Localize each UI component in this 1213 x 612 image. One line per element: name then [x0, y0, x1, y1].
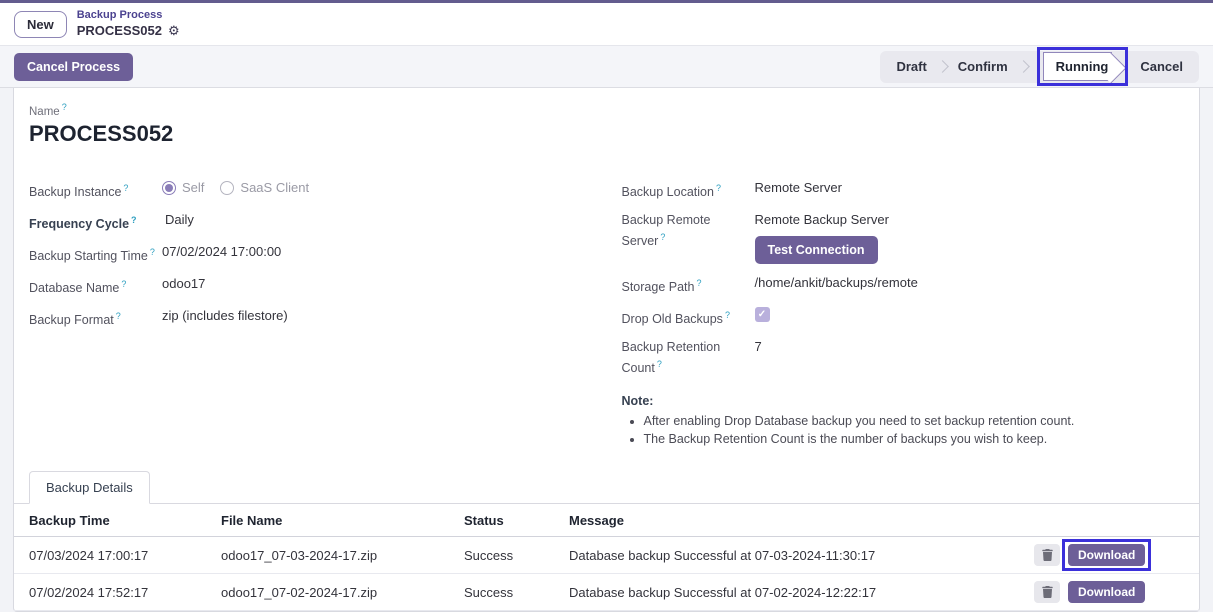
- help-icon: ?: [696, 278, 701, 288]
- help-icon: ?: [123, 183, 128, 193]
- radio-selected-icon: [162, 181, 176, 195]
- field-backup-remote-server: Backup Remote Server? Remote Backup Serv…: [622, 206, 1185, 269]
- tab-backup-details[interactable]: Backup Details: [29, 471, 150, 504]
- remote-server-link[interactable]: Remote Backup Server: [755, 212, 889, 227]
- gear-icon[interactable]: ⚙: [168, 23, 180, 39]
- help-icon: ?: [716, 183, 721, 193]
- name-label: Name?: [29, 102, 1184, 118]
- backup-format-value[interactable]: zip (includes filestore): [162, 307, 592, 325]
- backup-location-value[interactable]: Remote Server: [755, 179, 1185, 197]
- table-header-row: Backup Time File Name Status Message: [14, 504, 1199, 537]
- note-item: After enabling Drop Database backup you …: [644, 413, 1185, 430]
- statusbar-step-draft[interactable]: Draft: [896, 59, 926, 74]
- help-icon: ?: [121, 279, 126, 289]
- database-name-value[interactable]: odoo17: [162, 275, 592, 293]
- field-group: Backup Instance? Self SaaS Client: [29, 174, 1184, 450]
- help-icon: ?: [725, 310, 730, 320]
- delete-button[interactable]: [1034, 581, 1060, 603]
- breadcrumb-parent[interactable]: Backup Process: [77, 9, 180, 23]
- control-panel: Cancel Process Draft Confirm Running Can…: [0, 45, 1213, 88]
- radio-unselected-icon: [220, 181, 234, 195]
- statusbar-step-running-active[interactable]: Running: [1043, 52, 1113, 81]
- backup-details-table: Backup Time File Name Status Message 07/…: [14, 504, 1199, 611]
- drop-old-backups-checkbox-checked[interactable]: [755, 307, 770, 322]
- cell-backup-time: 07/03/2024 17:00:17: [14, 537, 211, 574]
- note-item: The Backup Retention Count is the number…: [644, 431, 1185, 448]
- note-title: Note:: [622, 394, 1185, 408]
- help-icon: ?: [657, 359, 662, 369]
- cell-file-name: odoo17_07-03-2024-17.zip: [211, 537, 454, 574]
- field-storage-path: Storage Path? /home/ankit/backups/remote: [622, 269, 1185, 301]
- col-header-status[interactable]: Status: [454, 504, 559, 537]
- table-row[interactable]: 07/03/2024 17:00:17 odoo17_07-03-2024-17…: [14, 537, 1199, 574]
- help-icon: ?: [62, 102, 67, 112]
- cancel-process-button[interactable]: Cancel Process: [14, 53, 133, 81]
- cell-backup-time: 07/02/2024 17:52:17: [14, 574, 211, 611]
- col-header-file-name[interactable]: File Name: [211, 504, 454, 537]
- radio-option-self[interactable]: Self: [162, 179, 204, 197]
- breadcrumb-current: PROCESS052: [77, 23, 162, 39]
- left-column: Backup Instance? Self SaaS Client: [29, 174, 592, 450]
- record-name[interactable]: PROCESS052: [29, 121, 1184, 147]
- right-column: Backup Location? Remote Server Backup Re…: [622, 174, 1185, 450]
- notebook-tabs: Backup Details: [14, 471, 1199, 504]
- frequency-cycle-value[interactable]: Daily: [162, 211, 592, 229]
- breadcrumb: Backup Process PROCESS052 ⚙: [77, 9, 180, 39]
- statusbar-step-confirm[interactable]: Confirm: [958, 59, 1008, 74]
- storage-path-value[interactable]: /home/ankit/backups/remote: [755, 274, 1185, 292]
- help-icon: ?: [150, 247, 155, 257]
- field-backup-format: Backup Format? zip (includes filestore): [29, 302, 592, 334]
- statusbar: Draft Confirm Running Cancel: [880, 51, 1199, 83]
- cell-status: Success: [454, 574, 559, 611]
- field-frequency-cycle: Frequency Cycle? Daily: [29, 206, 592, 238]
- form-view: Name? PROCESS052 Backup Instance? Self: [0, 88, 1213, 612]
- field-drop-old-backups: Drop Old Backups?: [622, 301, 1185, 333]
- col-header-backup-time[interactable]: Backup Time: [14, 504, 211, 537]
- cell-message: Database backup Successful at 07-02-2024…: [559, 574, 1024, 611]
- sheet: Name? PROCESS052 Backup Instance? Self: [13, 88, 1200, 612]
- download-button[interactable]: Download: [1068, 544, 1145, 566]
- backup-starting-time-value[interactable]: 07/02/2024 17:00:00: [162, 243, 592, 261]
- navbar: New Backup Process PROCESS052 ⚙: [0, 3, 1213, 45]
- field-backup-retention-count: Backup Retention Count? 7: [622, 333, 1185, 382]
- note-block: Note: After enabling Drop Database backu…: [622, 394, 1185, 448]
- help-icon: ?: [660, 232, 665, 242]
- field-backup-instance: Backup Instance? Self SaaS Client: [29, 174, 592, 206]
- delete-button[interactable]: [1034, 544, 1060, 566]
- chevron-right-icon: [936, 60, 949, 73]
- trash-icon: [1042, 586, 1053, 598]
- cell-message: Database backup Successful at 07-03-2024…: [559, 537, 1024, 574]
- table-row[interactable]: 07/02/2024 17:52:17 odoo17_07-02-2024-17…: [14, 574, 1199, 611]
- trash-icon: [1042, 549, 1053, 561]
- chevron-right-icon: [1017, 60, 1030, 73]
- col-header-actions: [1024, 504, 1199, 537]
- test-connection-button[interactable]: Test Connection: [755, 236, 878, 264]
- col-header-message[interactable]: Message: [559, 504, 1024, 537]
- backup-retention-count-value[interactable]: 7: [755, 338, 1185, 356]
- new-button[interactable]: New: [14, 11, 67, 38]
- statusbar-step-cancel[interactable]: Cancel: [1140, 59, 1183, 74]
- help-icon: ?: [131, 215, 137, 225]
- field-database-name: Database Name? odoo17: [29, 270, 592, 302]
- field-backup-location: Backup Location? Remote Server: [622, 174, 1185, 206]
- cell-status: Success: [454, 537, 559, 574]
- cell-file-name: odoo17_07-02-2024-17.zip: [211, 574, 454, 611]
- download-button[interactable]: Download: [1068, 581, 1145, 603]
- radio-option-saas-client[interactable]: SaaS Client: [220, 179, 309, 197]
- help-icon: ?: [116, 311, 121, 321]
- field-backup-starting-time: Backup Starting Time? 07/02/2024 17:00:0…: [29, 238, 592, 270]
